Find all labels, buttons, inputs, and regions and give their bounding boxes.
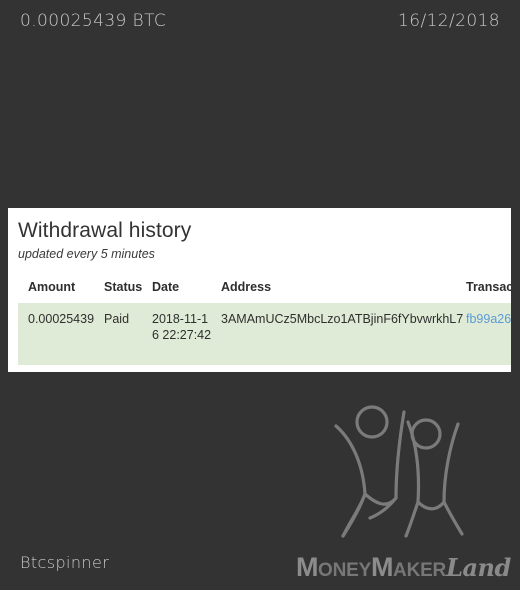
- cell-date: 2018-11-16 22:27:42: [152, 303, 221, 365]
- cell-status: Paid: [104, 303, 152, 365]
- card-subtitle: updated every 5 minutes: [18, 247, 155, 261]
- wordmark-land: Land: [446, 553, 511, 582]
- transaction-link[interactable]: fb99a263e0f4: [466, 312, 511, 326]
- wordmark-m1: M: [296, 552, 319, 582]
- wordmark-aker: AKER: [393, 560, 447, 581]
- table-header-row: Amount Status Date Address Transaction: [18, 276, 511, 303]
- moneymakerland-watermark: MONEYMAKERLand: [296, 402, 511, 582]
- column-header-transaction: Transaction: [466, 280, 511, 294]
- card-title: Withdrawal history: [18, 219, 192, 242]
- table-body: 0.00025439 Paid 2018-11-16 22:27:42 3AMA…: [18, 303, 511, 365]
- current-date-display: 16/12/2018: [398, 11, 500, 31]
- cell-transaction: fb99a263e0f4: [466, 303, 511, 365]
- cell-address: 3AMAmUCz5MbcLzo1ATBjinF6fYbvwrkhL7: [221, 303, 466, 365]
- column-header-amount: Amount: [28, 280, 76, 294]
- card-content: Withdrawal history updated every 5 minut…: [8, 208, 511, 365]
- wordmark-oney: ONEY: [318, 560, 372, 581]
- two-people-celebrating-icon: [330, 402, 480, 547]
- table-row: 0.00025439 Paid 2018-11-16 22:27:42 3AMA…: [18, 303, 511, 365]
- wordmark-m2: M: [371, 552, 394, 582]
- withdrawal-history-table: Amount Status Date Address Transaction 0…: [18, 276, 511, 365]
- balance-display: 0.00025439 BTC: [20, 11, 167, 31]
- top-status-bar: 0.00025439 BTC 16/12/2018: [0, 0, 520, 42]
- column-header-date: Date: [152, 280, 180, 294]
- table-header: Amount Status Date Address Transaction: [18, 276, 511, 303]
- cell-amount: 0.00025439: [18, 303, 104, 365]
- withdrawal-history-card: Withdrawal history updated every 5 minut…: [8, 208, 511, 372]
- site-label: Btcspinner: [20, 553, 110, 572]
- column-header-status: Status: [104, 280, 143, 294]
- column-header-address: Address: [221, 280, 272, 294]
- watermark-wordmark: MONEYMAKERLand: [296, 552, 511, 582]
